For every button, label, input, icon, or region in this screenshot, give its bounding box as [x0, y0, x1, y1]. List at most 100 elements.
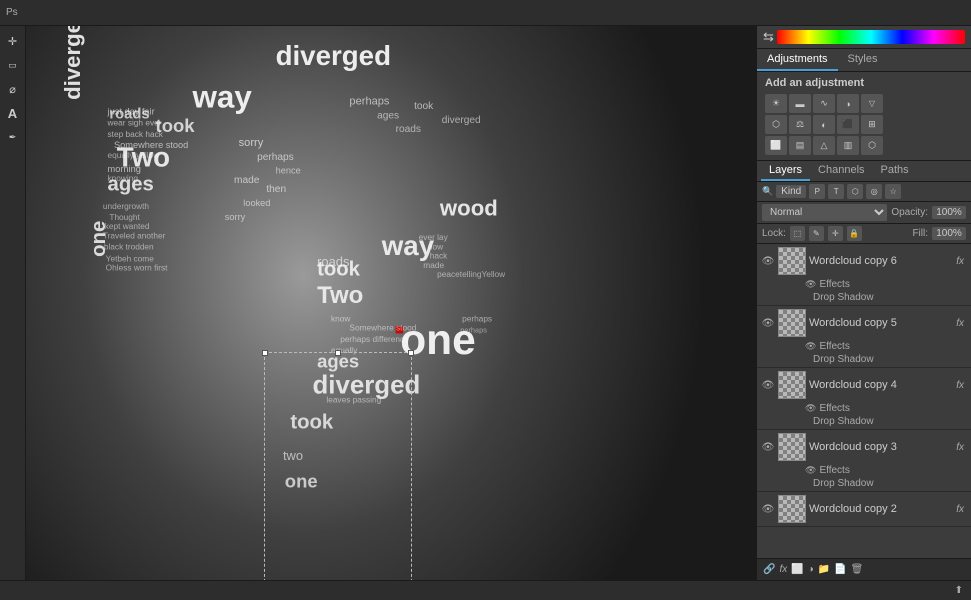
layers-new-icon[interactable]: 📄	[834, 564, 846, 575]
lock-icon-4[interactable]: 🔒	[847, 226, 862, 241]
lock-fill-row: Lock: ⬚ ✎ ✛ 🔒 Fill: 100%	[757, 224, 971, 244]
canvas-bg	[26, 26, 756, 580]
lock-icon-2[interactable]: ✎	[809, 226, 824, 241]
gradient-strip[interactable]	[777, 30, 965, 44]
adj-gradient-icon[interactable]: ▥	[837, 136, 859, 155]
tab-channels[interactable]: Channels	[810, 161, 872, 181]
adj-bw-icon[interactable]: ◐	[813, 115, 835, 134]
app-menu: Ps	[6, 7, 18, 18]
layers-tabs-row: Layers Channels Paths	[757, 161, 971, 182]
layers-bottom-bar: 🔗 fx ⬜ ◑ 📁 📄 🗑	[757, 558, 971, 580]
effect-visibility-icon-5-1[interactable]: 👁	[805, 341, 816, 352]
layers-folder-icon[interactable]: 📁	[818, 564, 830, 575]
effect-visibility-icon-4-1[interactable]: 👁	[805, 403, 816, 414]
fill-label: Fill:	[912, 228, 928, 239]
layers-fx-icon[interactable]: fx	[779, 564, 787, 575]
adj-curves-icon[interactable]: ∿	[813, 94, 835, 113]
effect-visibility-icon-6-1[interactable]: 👁	[805, 279, 816, 290]
layer-fx-5[interactable]: fx	[953, 316, 967, 331]
tab-paths[interactable]: Paths	[873, 161, 917, 181]
filter-icon-2[interactable]: T	[828, 184, 844, 199]
layer-main-row-4[interactable]: 👁 Wordcloud copy 4 fx	[757, 368, 971, 402]
adj-posterize-icon[interactable]: ▤	[789, 136, 811, 155]
tool-lasso[interactable]: ⌀	[2, 78, 24, 100]
layer-fx-4[interactable]: fx	[953, 378, 967, 393]
tool-pen[interactable]: ✒	[2, 126, 24, 148]
adj-exposure-icon[interactable]: ◑	[837, 94, 859, 113]
kind-label[interactable]: Kind	[776, 185, 806, 198]
layer-visibility-5[interactable]: 👁	[761, 316, 775, 330]
layer-visibility-4[interactable]: 👁	[761, 378, 775, 392]
fill-value[interactable]: 100%	[932, 227, 966, 240]
lock-icon-1[interactable]: ⬚	[790, 226, 805, 241]
tool-move[interactable]: ✛	[2, 30, 24, 52]
layers-trash-icon[interactable]: 🗑	[851, 564, 864, 575]
filter-icon-3[interactable]: ⬡	[847, 184, 863, 199]
opacity-label: Opacity:	[891, 207, 928, 218]
layer-main-row-2[interactable]: 👁 Wordcloud copy 2 fx	[757, 492, 971, 526]
layer-thumb-3	[778, 433, 806, 461]
effect-dropshadow-name-5: Drop Shadow	[813, 354, 874, 365]
layer-main-row-3[interactable]: 👁 Wordcloud copy 3 fx	[757, 430, 971, 464]
adj-brightness-icon[interactable]: ☀	[765, 94, 787, 113]
layer-item-3: 👁 Wordcloud copy 3 fx 👁 Effects Drop Sha…	[757, 430, 971, 492]
adj-threshold-icon[interactable]: △	[813, 136, 835, 155]
layer-name-4: Wordcloud copy 4	[809, 379, 950, 391]
layer-thumb-4	[778, 371, 806, 399]
adj-invert-icon[interactable]: ⬜	[765, 136, 787, 155]
filter-icon-4[interactable]: ◎	[866, 184, 882, 199]
effect-effects-5: 👁 Effects	[801, 340, 971, 353]
layer-fx-3[interactable]: fx	[953, 440, 967, 455]
adj-icons-row-1: ☀ ▬ ∿ ◑ ▽	[765, 94, 963, 113]
layers-mask-icon[interactable]: ⬜	[791, 564, 803, 575]
layer-name-3: Wordcloud copy 3	[809, 441, 950, 453]
effect-name-4-1: Effects	[819, 403, 849, 414]
filter-icon-1[interactable]: P	[809, 184, 825, 199]
effect-dropshadow-5: Drop Shadow	[801, 353, 971, 367]
layer-main-row-6[interactable]: 👁 Wordcloud copy 6 fx	[757, 244, 971, 278]
layer-fx-6[interactable]: fx	[953, 254, 967, 269]
main-content: ✛ ▭ ⌀ A ✒ diverged diverged way took Two…	[0, 26, 971, 580]
blend-mode-select[interactable]: Normal	[762, 204, 887, 221]
effect-visibility-icon-3-1[interactable]: 👁	[805, 465, 816, 476]
layer-item-5: 👁 Wordcloud copy 5 fx 👁 Effects Drop Sha…	[757, 306, 971, 368]
adj-hsl-icon[interactable]: ⬡	[765, 115, 787, 134]
effect-dropshadow-name-3: Drop Shadow	[813, 478, 874, 489]
lock-label: Lock:	[762, 228, 786, 239]
opacity-value[interactable]: 100%	[932, 206, 966, 219]
layer-visibility-2[interactable]: 👁	[761, 502, 775, 516]
layer-visibility-3[interactable]: 👁	[761, 440, 775, 454]
adj-colorbal-icon[interactable]: ⚖	[789, 115, 811, 134]
layer-fx-2[interactable]: fx	[953, 502, 967, 517]
filter-icon-5[interactable]: ☆	[885, 184, 901, 199]
layers-link-icon[interactable]: 🔗	[763, 564, 775, 575]
layer-name-2: Wordcloud copy 2	[809, 503, 950, 515]
layer-main-row-5[interactable]: 👁 Wordcloud copy 5 fx	[757, 306, 971, 340]
layer-visibility-6[interactable]: 👁	[761, 254, 775, 268]
layer-name-5: Wordcloud copy 5	[809, 317, 950, 329]
tool-select[interactable]: ▭	[2, 54, 24, 76]
effect-effects-4: 👁 Effects	[801, 402, 971, 415]
tab-adjustments[interactable]: Adjustments	[757, 49, 838, 71]
effect-name-6-1: Effects	[819, 279, 849, 290]
adj-vibrance-icon[interactable]: ▽	[861, 94, 883, 113]
adj-photofilter-icon[interactable]: ⬛	[837, 115, 859, 134]
tool-type[interactable]: A	[2, 102, 24, 124]
effect-dropshadow-name-4: Drop Shadow	[813, 416, 874, 427]
effect-dropshadow-4: Drop Shadow	[801, 415, 971, 429]
tab-styles[interactable]: Styles	[838, 49, 888, 71]
layer-list: 👁 Wordcloud copy 6 fx 👁 Effects Drop Sha…	[757, 244, 971, 558]
adj-levels-icon[interactable]: ▬	[789, 94, 811, 113]
canvas-area: diverged diverged way took Two ages one …	[26, 26, 756, 580]
lock-icon-3[interactable]: ✛	[828, 226, 843, 241]
effect-dropshadow-name-6: Drop Shadow	[813, 292, 874, 303]
app-container: Ps ✛ ▭ ⌀ A ✒ diverged diverged way took …	[0, 0, 971, 600]
color-mode-icon[interactable]: ⇆	[763, 29, 774, 45]
adj-selective-icon[interactable]: ⬡	[861, 136, 883, 155]
layers-adj-icon[interactable]: ◑	[808, 564, 814, 575]
tab-layers[interactable]: Layers	[761, 161, 810, 181]
kind-filter-row: 🔍 Kind P T ⬡ ◎ ☆	[757, 182, 971, 202]
expand-icon[interactable]: ⬆	[955, 585, 963, 596]
adj-channel-icon[interactable]: ⊞	[861, 115, 883, 134]
adj-icons-row-3: ⬜ ▤ △ ▥ ⬡	[765, 136, 963, 155]
